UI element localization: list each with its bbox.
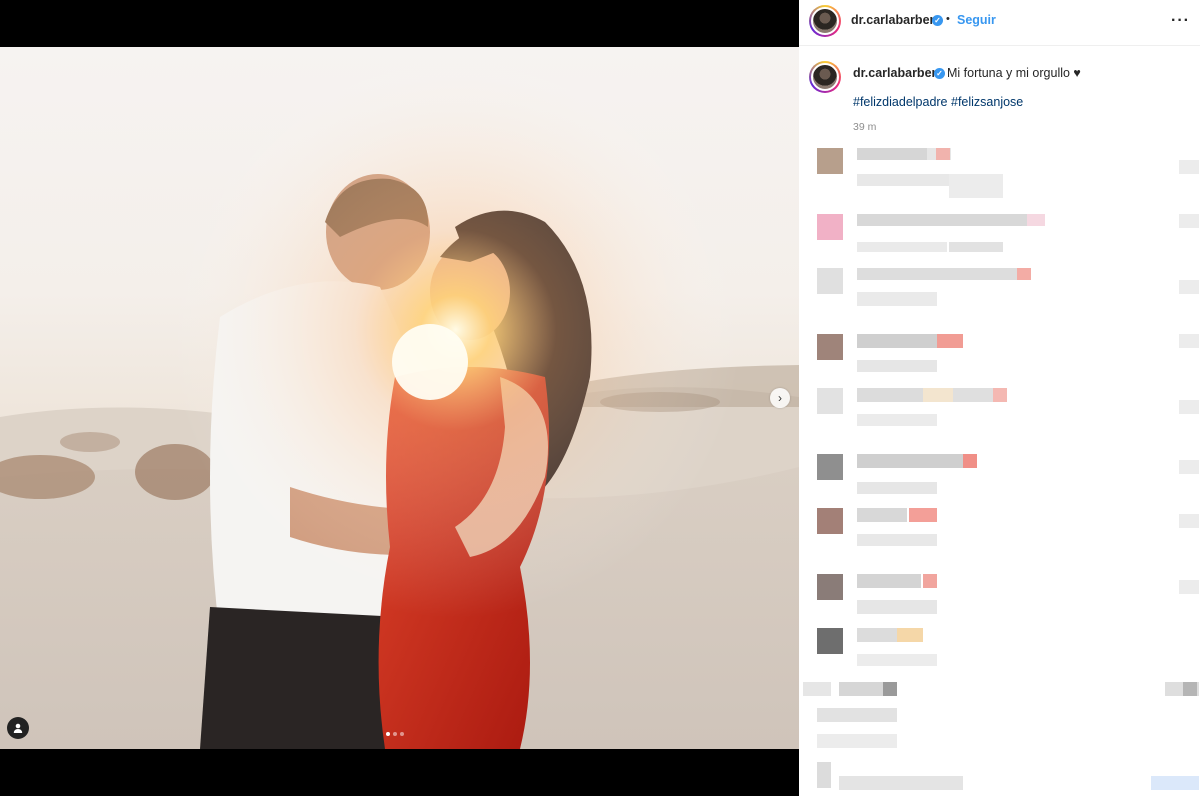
carousel-next-button[interactable]: › bbox=[770, 388, 790, 408]
chevron-right-icon: › bbox=[778, 391, 782, 405]
post-sidebar: dr.carlabarber ✓ • Seguir ··· dr.carlaba… bbox=[799, 0, 1200, 796]
post-header: dr.carlabarber ✓ • Seguir ··· bbox=[799, 0, 1200, 46]
follow-button[interactable]: Seguir bbox=[957, 13, 996, 27]
media-panel: › bbox=[0, 0, 799, 796]
carousel-indicator bbox=[386, 732, 404, 736]
tagged-users-button[interactable] bbox=[7, 717, 29, 739]
caption-hashtags[interactable]: #felizdiadelpadre #felizsanjose bbox=[853, 95, 1023, 109]
caption-username[interactable]: dr.carlabarber bbox=[853, 66, 936, 80]
photo-illustration bbox=[0, 47, 799, 749]
carousel-dot-1 bbox=[386, 732, 390, 736]
user-tag-icon bbox=[13, 723, 23, 733]
instagram-post-view: › dr.carlabarber ✓ • Seguir ··· dr.carla… bbox=[0, 0, 1200, 796]
caption-avatar[interactable] bbox=[809, 61, 841, 93]
comments-list-pixelated bbox=[799, 140, 1200, 796]
author-avatar[interactable] bbox=[809, 5, 841, 37]
post-photo[interactable] bbox=[0, 47, 799, 749]
avatar-image bbox=[811, 63, 839, 91]
post-timestamp[interactable]: 39 m bbox=[853, 121, 876, 133]
avatar-image bbox=[811, 7, 839, 35]
header-separator: • bbox=[946, 13, 950, 25]
carousel-dot-2 bbox=[393, 732, 397, 736]
header-username[interactable]: dr.carlabarber bbox=[851, 13, 934, 27]
more-options-icon[interactable]: ··· bbox=[1171, 12, 1190, 30]
carousel-dot-3 bbox=[400, 732, 404, 736]
verified-badge-icon: ✓ bbox=[934, 68, 945, 79]
caption-text: Mi fortuna y mi orgullo ♥ bbox=[947, 66, 1081, 80]
verified-badge-icon: ✓ bbox=[932, 15, 943, 26]
